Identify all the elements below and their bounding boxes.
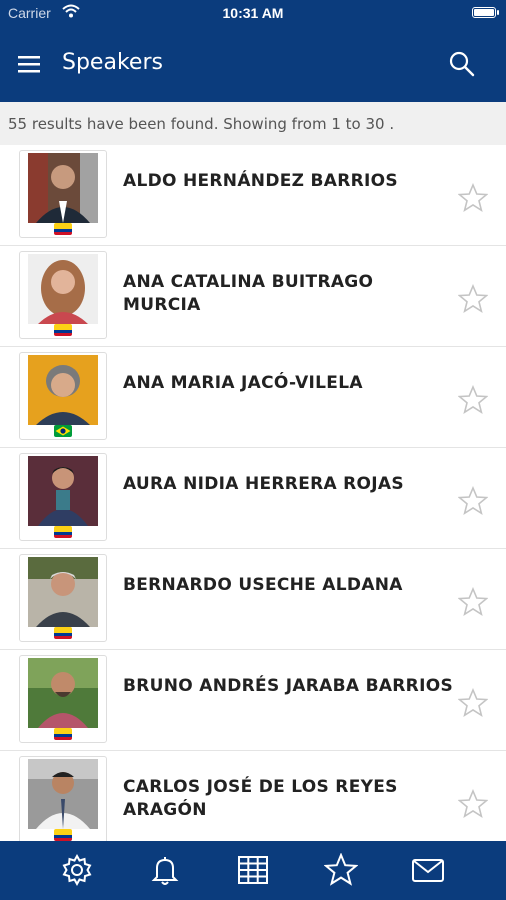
speaker-photo	[19, 554, 107, 642]
speaker-name: ANA MARIA JACÓ-VILELA	[123, 373, 363, 393]
speaker-photo	[19, 655, 107, 743]
speaker-name: AURA NIDIA HERRERA ROJAS	[123, 474, 404, 494]
flag-colombia-icon	[54, 526, 72, 538]
speaker-row[interactable]: ALDO HERNÁNDEZ BARRIOS	[0, 145, 506, 246]
tab-bar	[0, 841, 506, 900]
speaker-name: ANA CATALINA BUITRAGO MURCIA	[123, 272, 374, 315]
speaker-photo	[19, 352, 107, 440]
nav-bar: Speakers	[0, 26, 506, 102]
favorite-star-icon[interactable]	[458, 587, 488, 617]
search-icon[interactable]	[448, 50, 476, 78]
speaker-photo	[19, 150, 107, 238]
favorite-star-icon[interactable]	[458, 284, 488, 314]
flag-colombia-icon	[54, 223, 72, 235]
grid-icon[interactable]	[236, 853, 270, 887]
portrait-image	[28, 759, 98, 829]
status-time: 10:31 AM	[222, 5, 284, 21]
favorite-star-icon[interactable]	[458, 385, 488, 415]
flag-colombia-icon	[54, 829, 72, 841]
portrait-image	[28, 557, 98, 627]
portrait-image	[28, 658, 98, 728]
speaker-name: BRUNO ANDRÉS JARABA BARRIOS	[123, 676, 453, 696]
speaker-row[interactable]: BRUNO ANDRÉS JARABA BARRIOS	[0, 650, 506, 751]
favorite-star-icon[interactable]	[458, 183, 488, 213]
flag-colombia-icon	[54, 627, 72, 639]
gear-icon[interactable]	[60, 853, 94, 887]
speaker-name: CARLOS JOSÉ DE LOS REYES ARAGÓN	[123, 777, 398, 820]
speaker-list: ALDO HERNÁNDEZ BARRIOS ANA CATALINA BUIT…	[0, 145, 506, 841]
speaker-name: BERNARDO USECHE ALDANA	[123, 575, 403, 595]
star-icon[interactable]	[324, 853, 358, 887]
speaker-photo	[19, 453, 107, 541]
results-summary: 55 results have been found. Showing from…	[0, 102, 506, 145]
portrait-image	[28, 254, 98, 324]
favorite-star-icon[interactable]	[458, 789, 488, 819]
flag-brazil-icon	[54, 425, 72, 437]
status-bar: Carrier 10:31 AM	[0, 0, 506, 26]
portrait-image	[28, 355, 98, 425]
speaker-row[interactable]: CARLOS JOSÉ DE LOS REYES ARAGÓN	[0, 751, 506, 841]
page-title: Speakers	[62, 50, 163, 75]
mail-icon[interactable]	[411, 853, 445, 887]
speaker-name: ALDO HERNÁNDEZ BARRIOS	[123, 171, 398, 191]
flag-colombia-icon	[54, 324, 72, 336]
speaker-row[interactable]: ANA MARIA JACÓ-VILELA	[0, 347, 506, 448]
speaker-photo	[19, 251, 107, 339]
battery-icon	[472, 7, 499, 18]
speaker-photo	[19, 756, 107, 841]
speaker-row[interactable]: AURA NIDIA HERRERA ROJAS	[0, 448, 506, 549]
portrait-image	[28, 153, 98, 223]
menu-icon[interactable]	[16, 50, 44, 78]
portrait-image	[28, 456, 98, 526]
favorite-star-icon[interactable]	[458, 688, 488, 718]
speaker-row[interactable]: ANA CATALINA BUITRAGO MURCIA	[0, 246, 506, 347]
flag-colombia-icon	[54, 728, 72, 740]
bell-icon[interactable]	[148, 853, 182, 887]
speaker-row[interactable]: BERNARDO USECHE ALDANA	[0, 549, 506, 650]
favorite-star-icon[interactable]	[458, 486, 488, 516]
